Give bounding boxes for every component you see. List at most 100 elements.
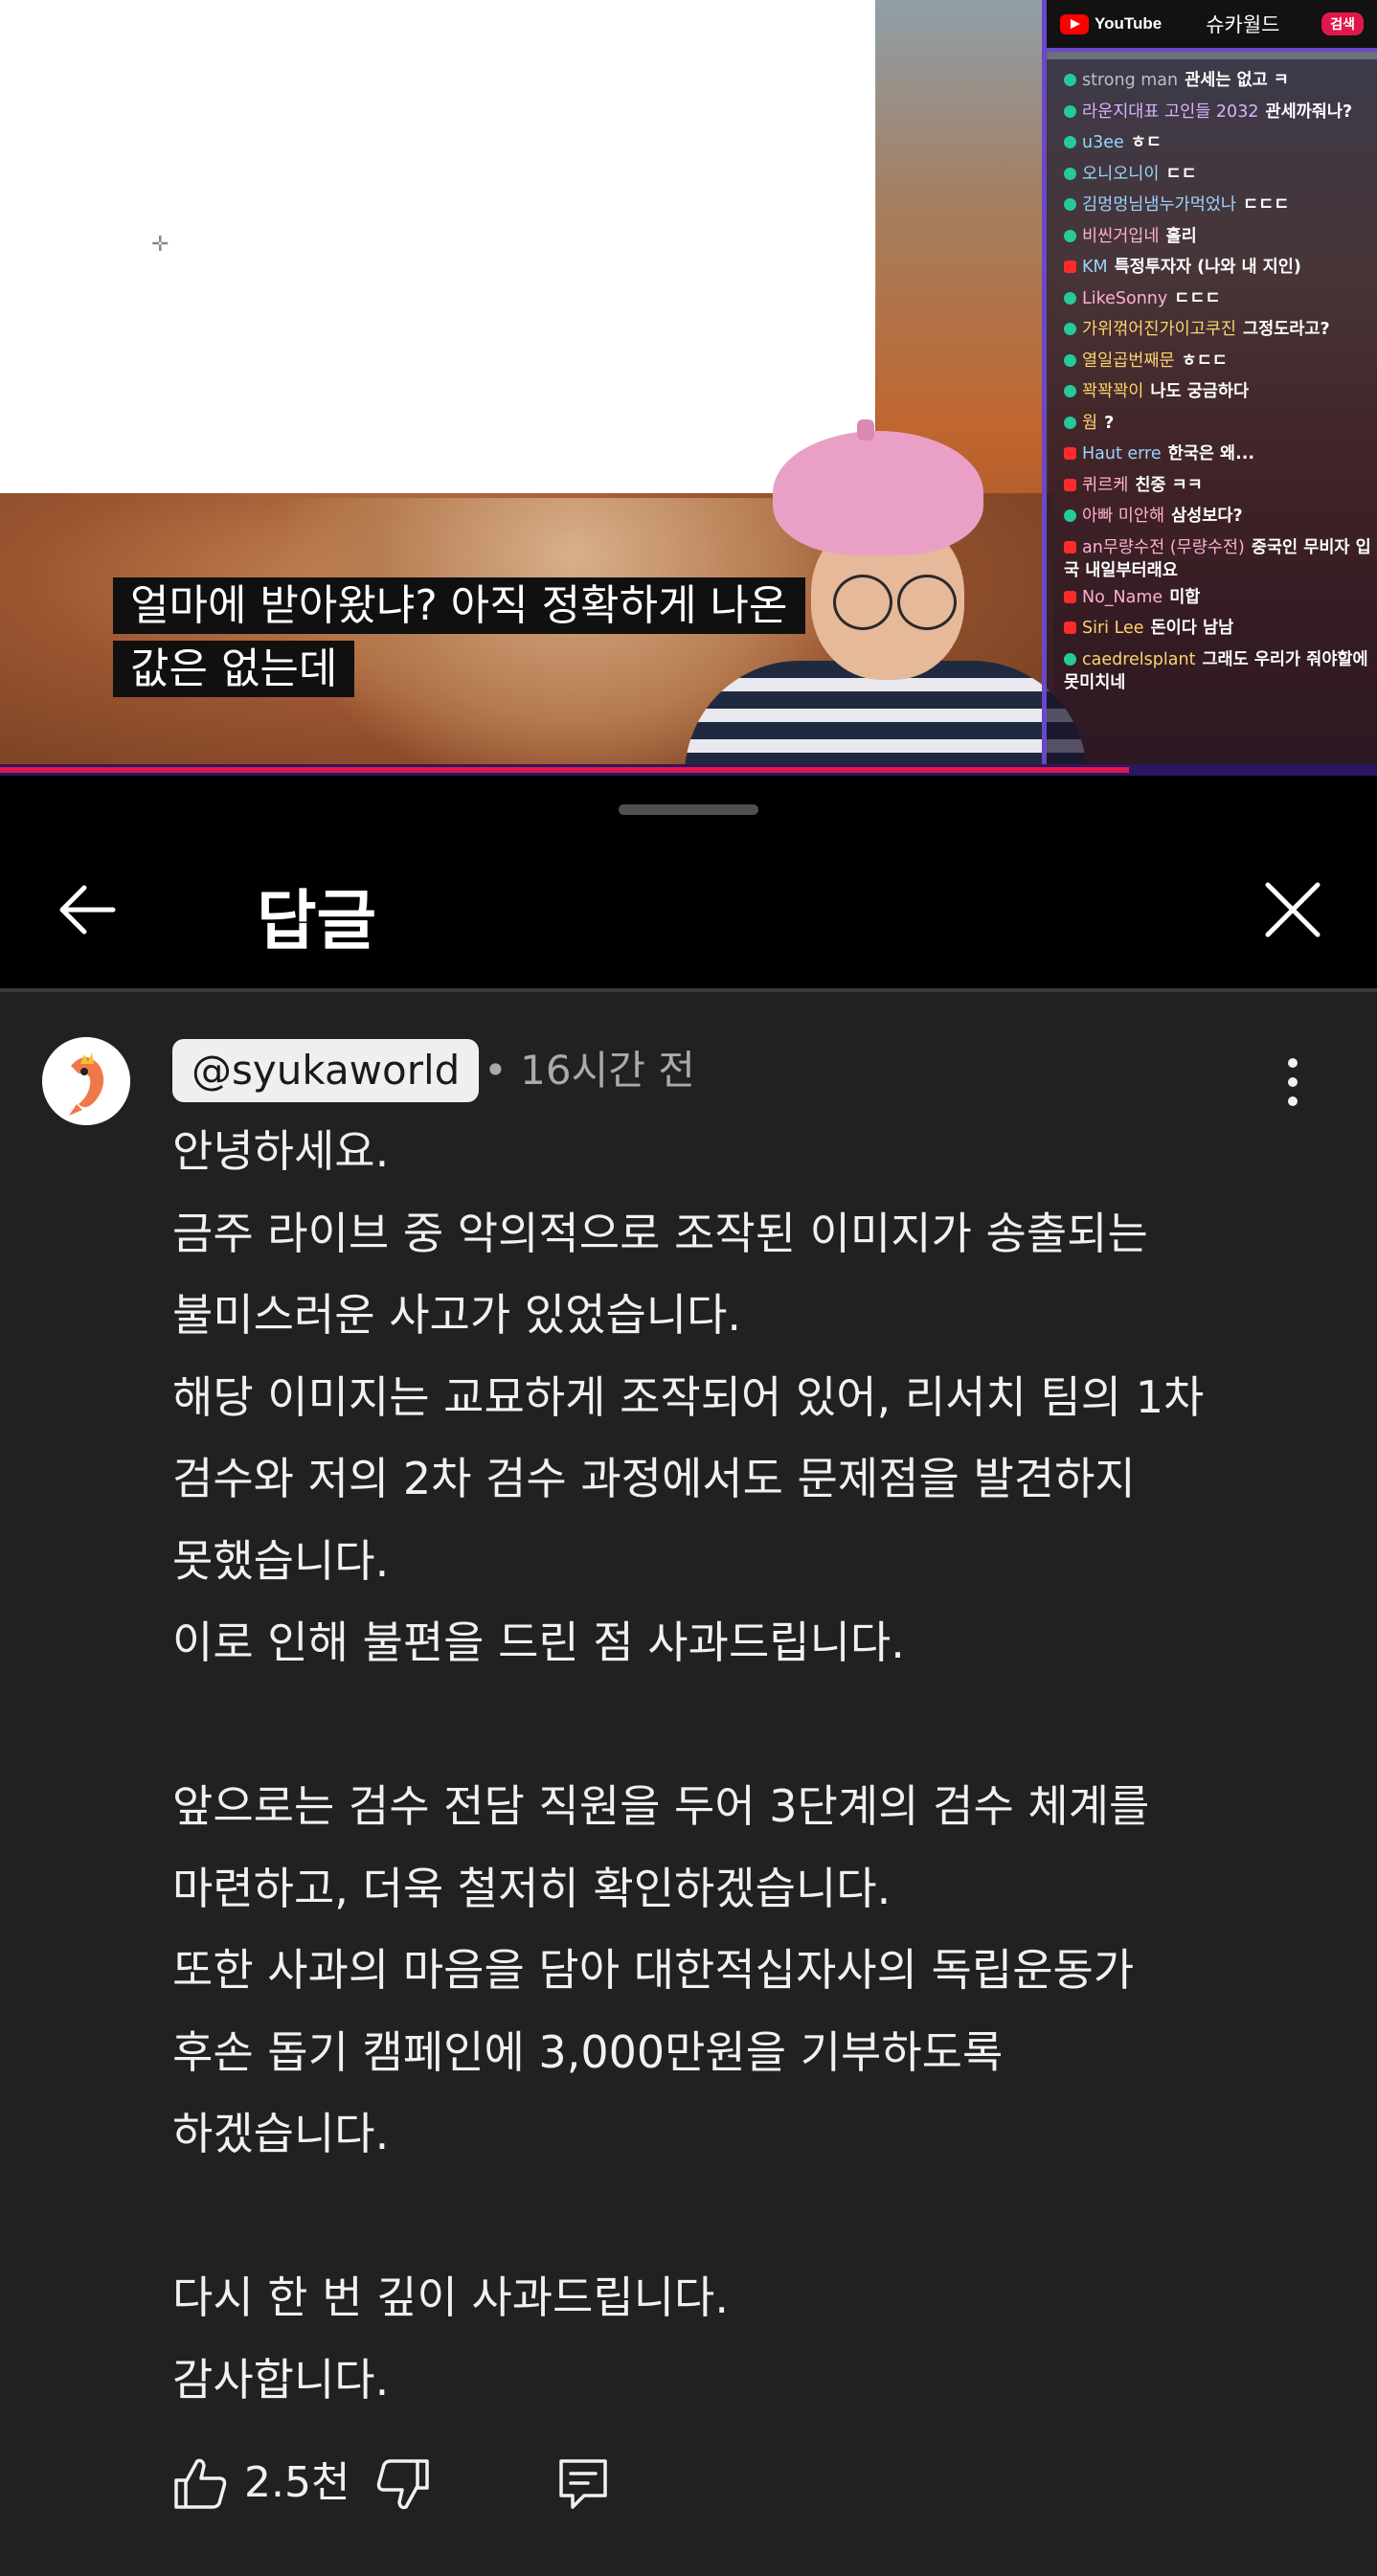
subtitle-line-1: 얼마에 받아왔냐? 아직 정확하게 나온	[113, 577, 805, 634]
comment-line: 검수와 저의 2차 검수 과정에서도 문제점을 발견하지	[172, 1453, 1136, 1504]
chat-message-text: 나도 궁금하다	[1150, 382, 1250, 401]
live-chat-overlay: YouTube 슈카월드 검색 strong man 관세는 없고 ㅋ 라운지대표 …	[1042, 0, 1377, 771]
chat-message: 퀴르케 친중 ㅋㅋ	[1064, 474, 1375, 497]
video-player[interactable]: ✛ 얼마에 받아왔냐? 아직 정확하게 나온 값은 없는데 YouTube 슈카…	[0, 0, 1377, 776]
chat-username: strong man	[1082, 71, 1179, 90]
video-progress-bar[interactable]	[0, 764, 1377, 776]
chat-message-text: 미합	[1169, 587, 1201, 607]
chat-username: 아빠 미안해	[1082, 507, 1165, 526]
comment-line: 또한 사과의 마음을 담아 대한적십자사의 독립운동가	[172, 1944, 1135, 1996]
comment-line: 앞으로는 검수 전담 직원을 두어 3단계의 검수 체계를	[172, 1780, 1150, 1832]
comment-line: 하겠습니다.	[172, 2108, 390, 2159]
comment-line: 다시 한 번 깊이 사과드립니다.	[172, 2271, 729, 2323]
chat-message-list: strong man 관세는 없고 ㅋ 라운지대표 고인들 2032 관세까줘나? u3…	[1047, 59, 1377, 768]
chat-message: caedrelsplant 그래도 우리가 줘야할에 못미치네	[1064, 648, 1375, 694]
chat-username: 열일곱번째문	[1082, 350, 1175, 371]
chat-message-text: 돈이다 남남	[1150, 619, 1234, 638]
comment-line: 이로 인해 불편을 드린 점 사과드립니다.	[172, 1616, 905, 1668]
chat-username: 웜	[1082, 413, 1098, 433]
chat-message: 꽉꽉꽉이 나도 궁금하다	[1064, 380, 1375, 403]
more-options-icon[interactable]	[1272, 1053, 1314, 1111]
chat-username: 오니오니이	[1082, 164, 1160, 184]
chzzk-icon	[1064, 104, 1076, 118]
chat-message-text: 삼성보다?	[1171, 507, 1243, 526]
comment-line: 해당 이미지는 교묘하게 조작되어 있어, 리서치 팀의 1차	[172, 1370, 1205, 1423]
chat-username: LikeSonny	[1082, 288, 1168, 308]
chat-message: LikeSonny ㄷㄷㄷ	[1064, 287, 1375, 310]
chat-username: No_Name	[1082, 587, 1163, 607]
comment-line: 못했습니다.	[172, 1534, 390, 1587]
header-divider	[0, 988, 1377, 992]
chat-message: u3ee ㅎㄷ	[1064, 131, 1375, 154]
chat-message: Haut erre 한국은 왜...	[1064, 442, 1375, 465]
comment-line: 금주 라이브 중 악의적으로 조작된 이미지가 송출되는	[172, 1207, 1148, 1259]
chzzk-icon	[1064, 74, 1076, 86]
comment-line: 감사합니다.	[172, 2353, 390, 2406]
chat-message: an무량수전 (무량수전) 중국인 무비자 입국 내일부터래요	[1064, 536, 1375, 582]
chzzk-icon	[1064, 353, 1076, 367]
thumbs-down-icon[interactable]	[375, 2457, 431, 2513]
sheet-drag-handle[interactable]	[619, 804, 758, 815]
youtube-icon	[1064, 590, 1076, 603]
chat-message-text: ㅎㄷ	[1130, 133, 1162, 152]
chat-message: 웜?	[1064, 412, 1375, 435]
chat-username: 꽉꽉꽉이	[1082, 382, 1144, 401]
youtube-wordmark: YouTube	[1095, 14, 1163, 33]
chat-message: 가위꺾어진가이고쿠진 그정도라고?	[1064, 318, 1375, 341]
chzzk-icon	[1064, 385, 1076, 397]
video-progress-fill	[0, 767, 1130, 773]
chzzk-icon	[1064, 167, 1076, 180]
chat-message: No_Name 미합	[1064, 586, 1375, 609]
chat-message: KM 특정투자자 (나와 내 지인)	[1064, 256, 1375, 279]
chzzk-icon	[1064, 323, 1076, 335]
comment-text: 안녕하세요. 금주 라이브 중 악의적으로 조작된 이미지가 송출되는불미스러운 …	[172, 1111, 1321, 2421]
chat-username: an무량수전 (무량수전)	[1082, 537, 1245, 557]
shrimp-mascot-icon	[42, 1037, 130, 1125]
chat-username: 라운지대표 고인들 2032	[1082, 102, 1259, 122]
youtube-icon	[1064, 260, 1076, 273]
chat-message-text: ㄷㄷ	[1165, 164, 1197, 184]
youtube-logo-icon	[1060, 13, 1089, 34]
back-arrow-icon[interactable]	[50, 871, 126, 948]
chat-username: u3ee	[1082, 133, 1124, 152]
comment-action-bar: 2.5천	[0, 2452, 1377, 2528]
thumbs-up-icon[interactable]	[172, 2455, 228, 2511]
subtitle-line-2: 값은 없는데	[113, 641, 355, 697]
chat-message-text: ㄷㄷㄷ	[1243, 195, 1290, 215]
chat-search-badge: 검색	[1321, 12, 1364, 35]
comment-timestamp: • 16시간 전	[484, 1047, 695, 1094]
chat-username: 김멍멍님냄누가먹었나	[1082, 195, 1236, 215]
chat-message-text: 관세는 없고 ㅋ	[1185, 71, 1289, 90]
chat-message: strong man 관세는 없고 ㅋ	[1064, 69, 1375, 92]
chzzk-icon	[1064, 416, 1076, 429]
chat-message-text: 한국은 왜...	[1167, 444, 1255, 463]
chat-message: 열일곱번째문 ㅎㄷㄷ	[1064, 350, 1375, 373]
chzzk-icon	[1064, 198, 1076, 211]
chat-message-text: 그정도라고?	[1243, 320, 1330, 339]
chat-username: 가위꺾어진가이고쿠진	[1082, 320, 1236, 339]
comment-line: 후손 돕기 캠페인에 3,000만원을 기부하도록	[172, 2025, 1004, 2078]
close-icon[interactable]	[1254, 871, 1331, 948]
chat-message-text: 홀리	[1165, 226, 1197, 246]
comment-line: 안녕하세요.	[172, 1125, 390, 1177]
page-title: 답글	[257, 884, 377, 960]
reply-comment-icon[interactable]	[555, 2455, 611, 2511]
youtube-icon	[1064, 621, 1076, 634]
chat-message-text: ㅎㄷㄷ	[1181, 350, 1228, 371]
author-handle-chip[interactable]: @syukaworld	[172, 1039, 480, 1102]
comment-line: 불미스러운 사고가 있었습니다.	[172, 1289, 742, 1341]
comment-line: 마련하고, 더욱 철저히 확인하겠습니다.	[172, 1862, 892, 1914]
blank-slide: ✛	[0, 0, 875, 493]
chat-message: 오니오니이 ㄷㄷ	[1064, 163, 1375, 186]
youtube-icon	[1064, 478, 1076, 491]
chat-username: 퀴르케	[1082, 475, 1129, 495]
chzzk-icon	[1064, 509, 1076, 522]
avatar[interactable]	[42, 1037, 130, 1125]
chat-message-text: ㄷㄷㄷ	[1174, 288, 1221, 308]
comment-blank-line	[172, 2176, 1321, 2258]
chat-message-text: ?	[1104, 413, 1115, 433]
chat-message: 비씬거입네 홀리	[1064, 225, 1375, 248]
chzzk-icon	[1064, 291, 1076, 305]
chat-message-text: 친중 ㅋㅋ	[1135, 475, 1203, 495]
youtube-icon	[1064, 540, 1076, 554]
